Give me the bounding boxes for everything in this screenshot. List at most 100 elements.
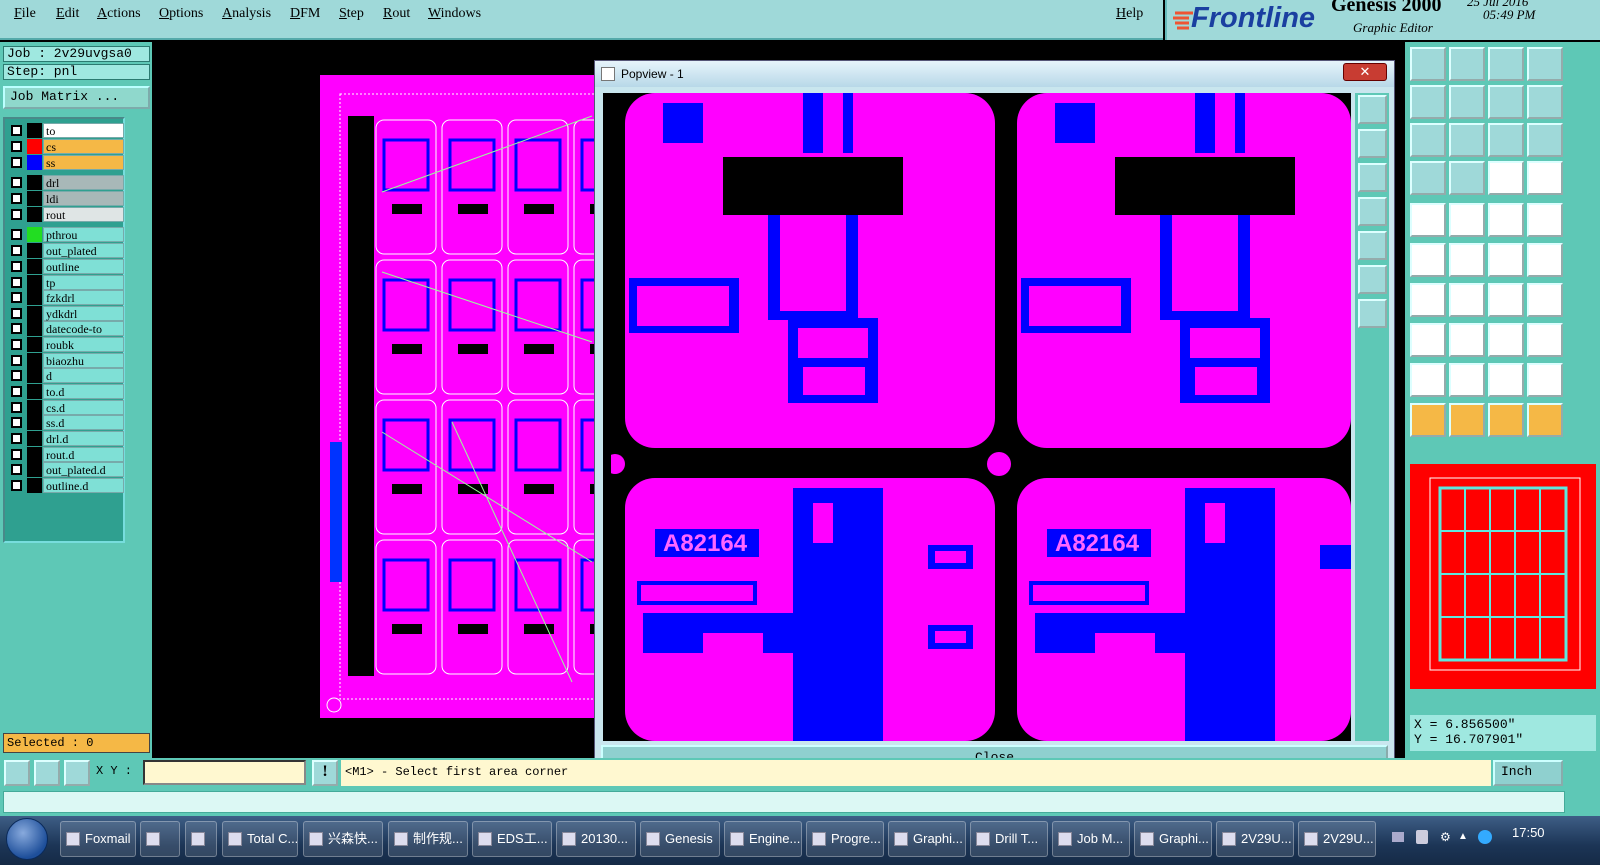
layer-color-swatch[interactable] [27, 275, 42, 290]
layer-row-rout[interactable]: rout [9, 207, 124, 222]
layer-row-roubk[interactable]: roubk [9, 337, 124, 352]
layer-name[interactable]: drl.d [43, 431, 124, 446]
layer-row-outline[interactable]: outline [9, 259, 124, 274]
zoom-out-icon[interactable] [1358, 265, 1387, 294]
layer-row-fzkdrl[interactable]: fzkdrl [9, 290, 124, 305]
menu-actions[interactable]: Actions [97, 6, 141, 22]
layer-row-cs-d[interactable]: cs.d [9, 400, 124, 415]
close-icon[interactable]: ✕ [1343, 63, 1387, 81]
taskbar-item[interactable]: Job M... [1052, 821, 1130, 857]
layer-name[interactable]: tp [43, 275, 124, 290]
redraw-icon[interactable] [1488, 85, 1524, 119]
zoom-center-icon[interactable] [1449, 123, 1485, 157]
pan-up-icon[interactable] [1358, 129, 1387, 158]
layer-checkbox[interactable] [11, 141, 22, 152]
layer-checkbox[interactable] [11, 308, 22, 319]
select-box-icon[interactable] [1488, 403, 1524, 437]
pan-down-icon[interactable] [1449, 47, 1485, 81]
layer-checkbox[interactable] [11, 370, 22, 381]
taskbar-item[interactable] [140, 821, 180, 857]
warning-icon[interactable]: ! [312, 760, 338, 786]
layer-row-d[interactable]: d [9, 368, 124, 383]
layer-checkbox[interactable] [11, 402, 22, 413]
layer-color-swatch[interactable] [27, 191, 42, 206]
minus-icon[interactable] [1449, 323, 1485, 357]
taskbar-item[interactable]: EDS工... [472, 821, 552, 857]
layer-color-swatch[interactable] [27, 462, 42, 477]
layer-name[interactable]: to [43, 123, 124, 138]
layer-color-swatch[interactable] [27, 139, 42, 154]
menu-windows[interactable]: Windows [428, 6, 481, 22]
layer-row-biaozhu[interactable]: biaozhu [9, 353, 124, 368]
angle-icon[interactable] [1410, 283, 1446, 317]
pan-left-icon[interactable] [1410, 85, 1446, 119]
arc-icon[interactable] [1488, 283, 1524, 317]
pointer-icon[interactable] [1410, 403, 1446, 437]
units-selector[interactable]: Inch [1493, 760, 1563, 786]
layer-checkbox[interactable] [11, 464, 22, 475]
help-icon[interactable] [1527, 123, 1563, 157]
layer-name[interactable]: cs [43, 139, 124, 154]
layer-checkbox[interactable] [11, 480, 22, 491]
layer-checkbox[interactable] [11, 433, 22, 444]
layer-name[interactable]: ss.d [43, 415, 124, 430]
taskbar-item[interactable]: 制作规... [388, 821, 468, 857]
layer-color-swatch[interactable] [27, 368, 42, 383]
taskbar-item[interactable]: Graphi... [1134, 821, 1212, 857]
measure-left-icon[interactable] [1488, 161, 1524, 195]
layer-row-cs[interactable]: cs [9, 139, 124, 154]
job-matrix-button[interactable]: Job Matrix ... [3, 86, 150, 109]
ruler-icon[interactable] [1488, 203, 1524, 237]
layer-row-pthrou[interactable]: pthrou [9, 227, 124, 242]
connect-icon[interactable] [1410, 243, 1446, 277]
add-pad-icon[interactable] [1410, 203, 1446, 237]
taskbar-item[interactable]: 20130... [556, 821, 636, 857]
layer-checkbox[interactable] [11, 417, 22, 428]
layer-row-to-d[interactable]: to.d [9, 384, 124, 399]
layer-name[interactable]: pthrou [43, 227, 124, 242]
layer-checkbox[interactable] [11, 292, 22, 303]
layer-color-swatch[interactable] [27, 353, 42, 368]
taskbar-item[interactable]: 兴森快... [303, 821, 383, 857]
layer-checkbox[interactable] [11, 245, 22, 256]
taskbar-item[interactable]: Total C... [222, 821, 298, 857]
layer-name[interactable]: biaozhu [43, 353, 124, 368]
xy-input[interactable] [143, 760, 306, 785]
layer-color-swatch[interactable] [27, 337, 42, 352]
layer-row-drl[interactable]: drl [9, 175, 124, 190]
layer-name[interactable]: outline [43, 259, 124, 274]
taskbar-item[interactable]: Drill T... [970, 821, 1048, 857]
split-icon[interactable] [1527, 283, 1563, 317]
layer-row-drl-d[interactable]: drl.d [9, 431, 124, 446]
layer-checkbox[interactable] [11, 177, 22, 188]
layer-name[interactable]: to.d [43, 384, 124, 399]
slash-icon[interactable] [1449, 283, 1485, 317]
triangle-c-icon[interactable] [1527, 363, 1563, 397]
layer-color-swatch[interactable] [27, 447, 42, 462]
taskbar-item[interactable]: Foxmail [60, 821, 136, 857]
start-button[interactable] [6, 818, 48, 860]
layer-row-out-plated-d[interactable]: out_plated.d [9, 462, 124, 477]
layer-row-tp[interactable]: tp [9, 275, 124, 290]
layer-checkbox[interactable] [11, 193, 22, 204]
layer-color-swatch[interactable] [27, 155, 42, 170]
refresh-icon[interactable] [1527, 85, 1563, 119]
measure-icon[interactable] [34, 760, 60, 786]
layer-row-ss[interactable]: ss [9, 155, 124, 170]
layer-checkbox[interactable] [11, 339, 22, 350]
measure-right-icon[interactable] [1527, 161, 1563, 195]
layer-row-ldi[interactable]: ldi [9, 191, 124, 206]
zoom-fit-icon[interactable] [1410, 123, 1446, 157]
pan-up-icon[interactable] [1410, 47, 1446, 81]
menu-dfm[interactable]: DFM [290, 6, 320, 22]
home-icon[interactable] [1488, 47, 1524, 81]
layer-checkbox[interactable] [11, 125, 22, 136]
taskbar-item[interactable]: Genesis [640, 821, 720, 857]
layer-name[interactable]: ldi [43, 191, 124, 206]
zoom-home-icon[interactable] [1358, 95, 1387, 124]
select-icon[interactable] [1449, 403, 1485, 437]
layer-color-swatch[interactable] [27, 400, 42, 415]
fit-box-icon[interactable] [1488, 323, 1524, 357]
snap-icon[interactable] [4, 760, 30, 786]
menu-rout[interactable]: Rout [383, 6, 410, 22]
